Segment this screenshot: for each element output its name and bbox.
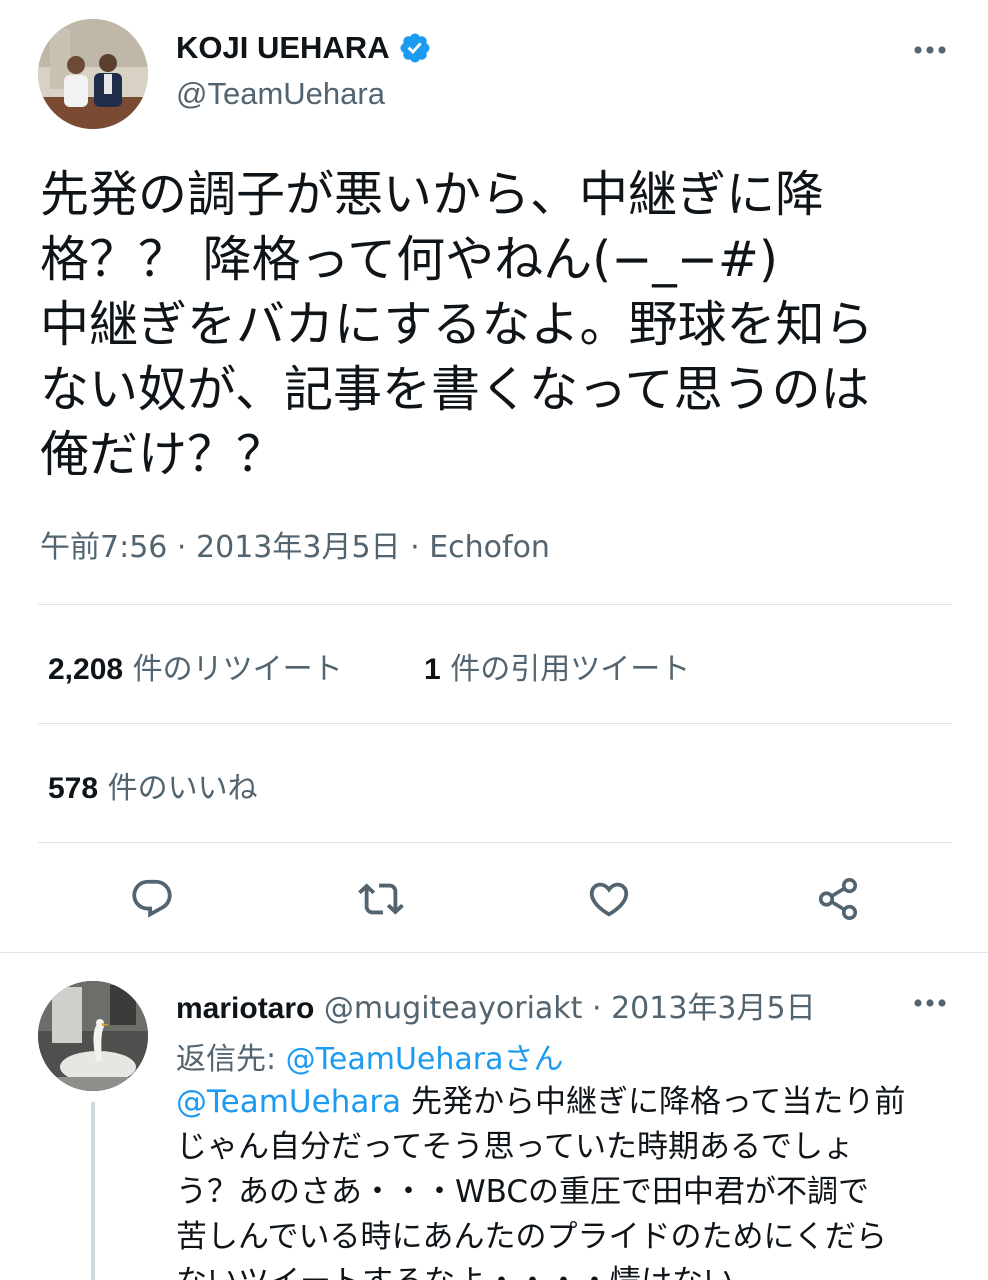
replying-to-suffix: さん: [503, 1042, 564, 1077]
author-avatar[interactable]: [38, 19, 148, 129]
reply-separator: ·: [591, 991, 602, 1026]
divider: [0, 952, 988, 953]
quotes-label: 件の引用ツイート: [450, 652, 691, 687]
tweet-text-line: 先発の調子が悪いから、中継ぎに降: [40, 166, 825, 223]
meta-separator: ·: [176, 530, 187, 565]
likes-stat[interactable]: 578 件のいいね: [48, 763, 258, 807]
reply-author-name[interactable]: mariotaro: [176, 992, 314, 1025]
replying-to: 返信先: @TeamUeharaさん: [176, 1034, 563, 1078]
reply-date[interactable]: 2013年3月5日: [611, 991, 816, 1026]
meta-separator: ·: [410, 530, 420, 565]
thread-line: [91, 1102, 95, 1280]
tweet-time[interactable]: 午前7:56: [40, 530, 167, 565]
reply-text-line: じゃん自分だってそう思っていた時期あるでしょ: [176, 1129, 854, 1165]
tweet-date[interactable]: 2013年3月5日: [196, 530, 401, 565]
reply-text-line: ないツイートするなよ・・・・情けない: [176, 1260, 966, 1280]
reply-text-line: @TeamUehara 先発から中継ぎに降格って当たり前: [176, 1080, 966, 1125]
tweet-detail-page: KOJI UEHARA @TeamUehara 先発の調子が悪いから、中継ぎに降…: [0, 0, 988, 1280]
reply-author-handle[interactable]: @mugiteayoriakt: [324, 991, 583, 1026]
reply-more-options-icon[interactable]: [913, 998, 947, 1008]
reply-text: @TeamUehara 先発から中継ぎに降格って当たり前 じゃん自分だってそう思…: [176, 1080, 966, 1280]
replying-to-handle-link[interactable]: @TeamUehara: [286, 1042, 504, 1077]
retweets-count: 2,208: [48, 653, 124, 686]
more-options-icon[interactable]: [913, 45, 947, 55]
divider: [38, 723, 952, 724]
tweet-text-line: 中継ぎをバカにするなよ。野球を知ら: [40, 296, 874, 353]
retweets-label: 件のリツイート: [132, 652, 343, 687]
replying-to-label: 返信先:: [176, 1042, 277, 1077]
tweet-text: 先発の調子が悪いから、中継ぎに降 格？？ 降格って何やねん(−_−#) 中継ぎを…: [40, 162, 952, 487]
avatar-photo-icon: [38, 19, 148, 129]
reply-text-line: う？あのさあ・・・WBCの重圧で田中君が不調で: [176, 1174, 870, 1210]
mention-link[interactable]: @TeamUehara: [176, 1084, 401, 1120]
reply-header: mariotaro @mugiteayoriakt · 2013年3月5日: [176, 983, 816, 1027]
tweet-client[interactable]: Echofon: [429, 530, 550, 565]
avatar-photo-icon: [38, 981, 148, 1091]
retweet-icon[interactable]: [358, 876, 404, 922]
tweet-text-line: 俺だけ？？: [40, 426, 286, 483]
divider: [38, 604, 952, 605]
tweet-text-line: 格？？ 降格って何やねん(−_−#): [40, 231, 779, 288]
reply-icon[interactable]: [129, 876, 175, 922]
retweets-stat[interactable]: 2,208 件のリツイート: [48, 644, 343, 688]
reply-author-avatar[interactable]: [38, 981, 148, 1091]
author-name[interactable]: KOJI UEHARA: [176, 30, 432, 66]
tweet-meta: 午前7:56 · 2013年3月5日 · Echofon: [40, 522, 550, 566]
heart-icon[interactable]: [586, 876, 632, 922]
quotes-stat[interactable]: 1 件の引用ツイート: [424, 644, 690, 688]
divider: [38, 842, 952, 843]
tweet-text-line: ない奴が、記事を書くなって思うのは: [40, 361, 870, 418]
reply-text-line: 苦しんでいる時にあんたのプライドのためにくだら: [176, 1219, 887, 1255]
author-handle[interactable]: @TeamUehara: [176, 76, 385, 112]
likes-label: 件のいいね: [107, 771, 258, 806]
reply-text-segment: 先発から中継ぎに降格って当たり前: [401, 1084, 906, 1120]
quotes-count: 1: [424, 653, 441, 686]
likes-count: 578: [48, 772, 99, 805]
verified-badge-icon: [400, 33, 430, 63]
author-name-text: KOJI UEHARA: [176, 30, 390, 65]
share-icon[interactable]: [815, 876, 861, 922]
